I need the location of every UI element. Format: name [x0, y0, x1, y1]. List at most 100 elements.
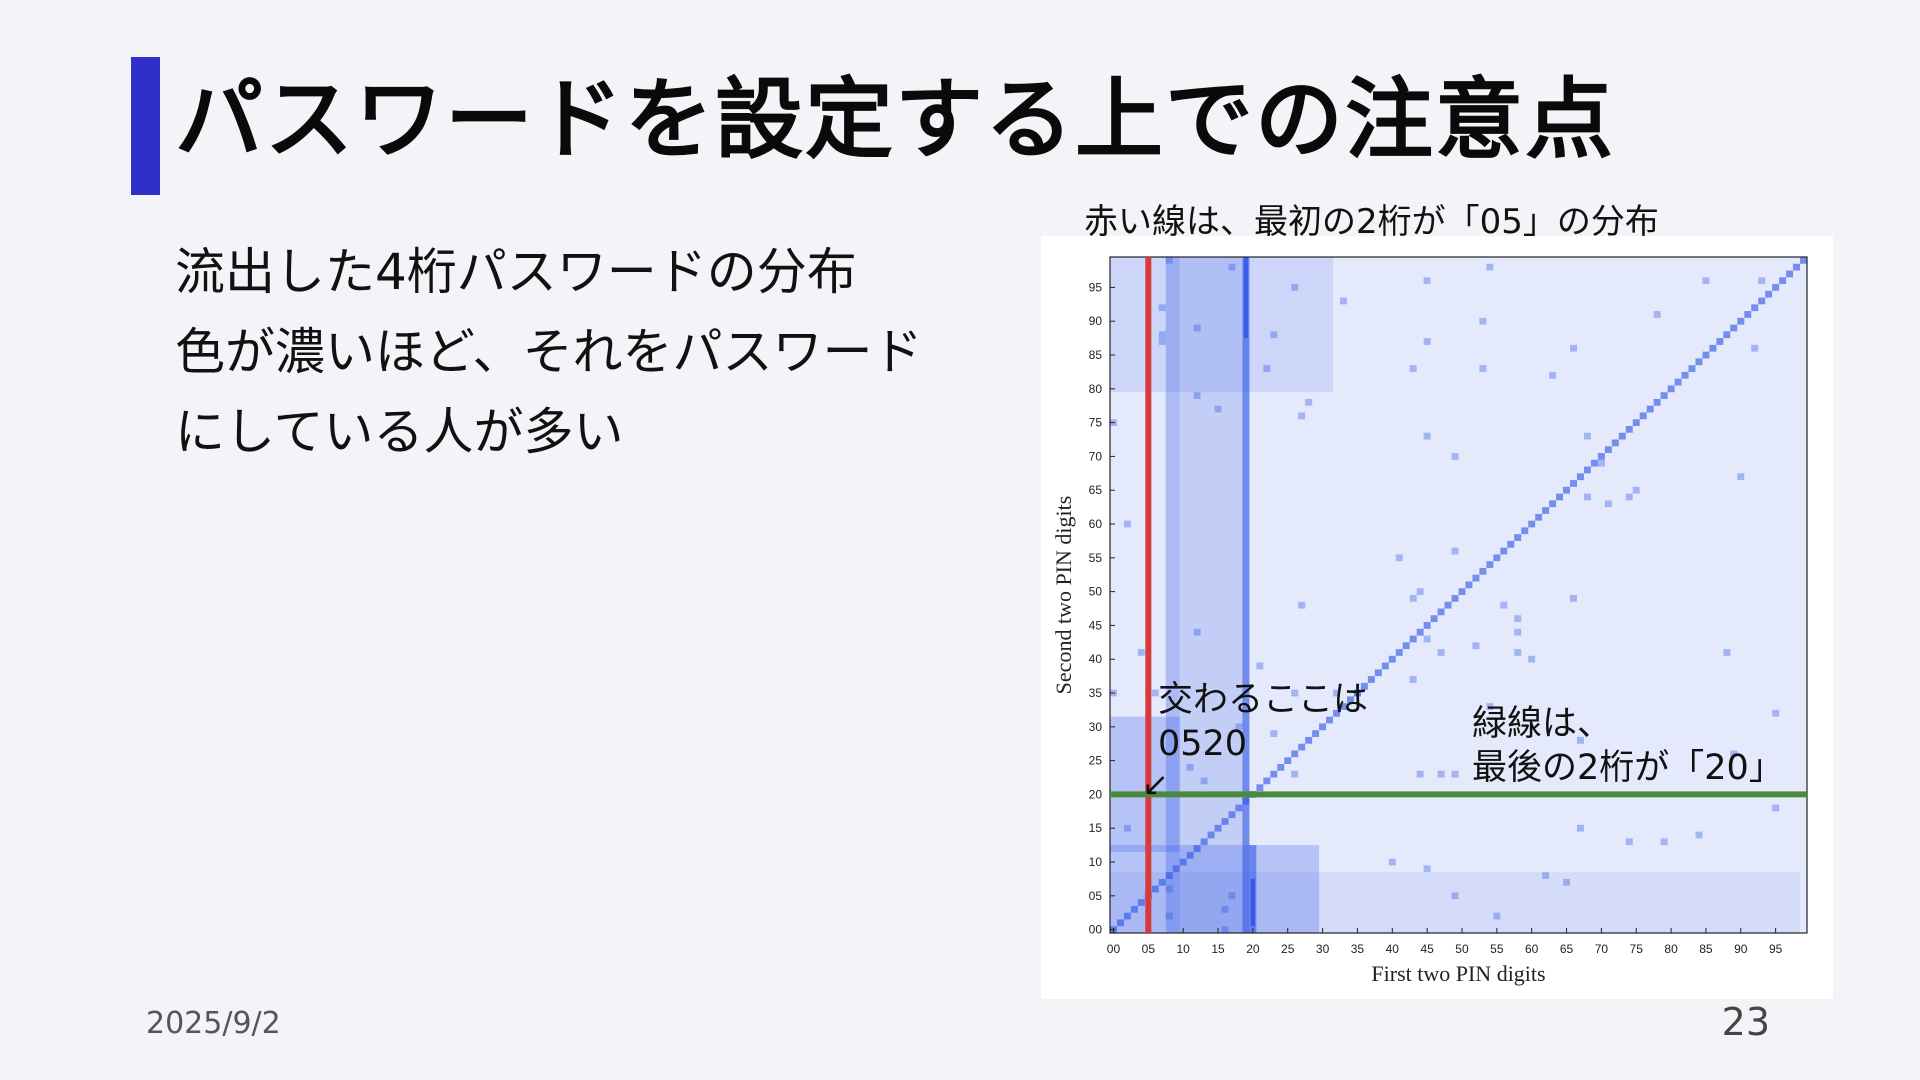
page-number: 23	[1721, 1000, 1770, 1044]
y-tick-label: 60	[1089, 517, 1103, 531]
y-tick-label: 90	[1089, 314, 1103, 328]
heatmap-cell	[1395, 554, 1403, 562]
heatmap-cell-diagonal	[1625, 426, 1633, 433]
heatmap-cell	[1570, 344, 1577, 352]
body-text: 流出した4桁パスワードの分布 色が濃いほど、それをパスワード にしている人が多い	[175, 232, 923, 472]
heatmap-cell	[1660, 838, 1668, 846]
x-tick-label: 50	[1455, 942, 1469, 956]
heatmap-cell	[1423, 432, 1431, 440]
x-tick-label: 45	[1420, 942, 1434, 956]
heatmap-cell-diagonal	[1660, 392, 1668, 399]
heatmap-cell	[1340, 297, 1347, 305]
heatmap-cell-band	[1242, 257, 1250, 933]
heatmap-cell	[1298, 412, 1306, 420]
heatmap-cell	[1409, 676, 1417, 683]
x-tick-label: 55	[1490, 942, 1504, 956]
heatmap-cell	[1193, 392, 1201, 399]
heatmap-cell	[1388, 858, 1396, 866]
y-tick-label: 95	[1089, 280, 1103, 294]
heatmap-cell-diagonal	[1507, 540, 1515, 548]
heatmap-cell-diagonal	[1632, 419, 1640, 426]
heatmap-cell-diagonal	[1793, 263, 1801, 271]
x-tick-label: 10	[1177, 942, 1191, 956]
heatmap-cell-diagonal	[1402, 642, 1410, 650]
heatmap-cell-diagonal	[1563, 486, 1571, 494]
heatmap-figure: 00 05 10 15 20 25 30 35 40 45 50 55 60 65 70 75 80 85 90 95…	[1041, 236, 1833, 999]
heatmap-cell	[1486, 263, 1494, 271]
heatmap-cell	[1263, 365, 1271, 372]
heatmap-cell	[1653, 311, 1661, 318]
x-tick-label: 00	[1107, 942, 1121, 956]
heatmap-cell-diagonal	[1653, 398, 1661, 406]
green-line-annotation-line1: 緑線は、	[1472, 704, 1613, 744]
heatmap-cell	[1570, 595, 1577, 602]
heatmap-cell-diagonal	[1486, 561, 1494, 568]
heatmap-cell-diagonal	[1200, 838, 1208, 846]
heatmap-cell	[1165, 885, 1173, 893]
heatmap-cell-diagonal	[1730, 324, 1738, 332]
x-tick-label: 30	[1316, 942, 1330, 956]
intersection-annotation-line1: 交わるここは	[1158, 680, 1369, 720]
body-line-3: にしている人が多い	[175, 403, 624, 461]
heatmap-cell	[1437, 770, 1445, 778]
x-tick-label: 35	[1351, 942, 1365, 956]
heatmap-cell-diagonal	[1535, 513, 1543, 521]
x-tick-label: 25	[1281, 942, 1295, 956]
heatmap-cell	[1291, 284, 1299, 291]
heatmap-cell	[1214, 405, 1222, 413]
heatmap-cell	[1423, 338, 1431, 345]
heatmap-cell	[1751, 344, 1759, 352]
heatmap-cell	[1193, 324, 1201, 332]
heatmap-cell-diagonal	[1228, 811, 1236, 819]
heatmap-cell	[1423, 865, 1431, 873]
heatmap-cell	[1451, 547, 1459, 555]
heatmap-cell-diagonal	[1716, 338, 1724, 345]
heatmap-cell-diagonal	[1444, 601, 1452, 609]
heatmap-cell-diagonal	[1744, 311, 1752, 318]
heatmap-cell-diagonal	[1549, 500, 1557, 508]
heatmap-cell	[1542, 872, 1550, 879]
y-tick-label: 85	[1089, 348, 1103, 362]
heatmap-cell	[1228, 263, 1236, 271]
green-line-annotation-line2: 最後の2桁が「20」	[1472, 748, 1784, 788]
heatmap-cell	[1158, 331, 1166, 339]
intersection-annotation-line2: 0520	[1158, 724, 1248, 764]
heatmap-cell-diagonal	[1542, 507, 1550, 514]
heatmap-cell-diagonal	[1514, 534, 1522, 541]
heatmap-cell	[1451, 892, 1459, 900]
heatmap-cell-diagonal	[1681, 371, 1689, 379]
title-accent-bar	[131, 57, 160, 195]
heatmap-cell-diagonal	[1800, 257, 1807, 264]
y-tick-label: 15	[1089, 821, 1103, 835]
heatmap-cell-diagonal	[1388, 655, 1396, 663]
heatmap-cell	[1416, 588, 1424, 595]
heatmap-cell-diagonal	[1172, 865, 1180, 873]
heatmap-cell-diagonal	[1242, 797, 1250, 805]
x-tick-label: 60	[1525, 942, 1539, 956]
heatmap-cell-diagonal	[1611, 439, 1619, 447]
heatmap-cell-diagonal	[1451, 595, 1459, 602]
heatmap-cell-diagonal	[1758, 297, 1766, 305]
heatmap-cell-diagonal	[1116, 919, 1124, 927]
heatmap-cell-diagonal	[1570, 480, 1577, 487]
heatmap-cell	[1409, 365, 1417, 372]
heatmap-cell	[1583, 493, 1591, 501]
heatmap-cell	[1256, 662, 1264, 670]
heatmap-cell-diagonal	[1556, 493, 1564, 501]
heatmap-cell	[1423, 635, 1431, 643]
y-tick-label: 65	[1089, 483, 1103, 497]
x-axis-label: First two PIN digits	[1371, 961, 1545, 986]
intersection-annotation: 交わるここは 0520	[1158, 678, 1368, 766]
heatmap-cell-diagonal	[1207, 831, 1215, 839]
heatmap-cell	[1625, 493, 1633, 501]
y-tick-label: 45	[1089, 618, 1103, 632]
arrow-icon: ↙	[1142, 765, 1169, 803]
heatmap-cell-diagonal	[1667, 385, 1675, 393]
body-line-1: 流出した4桁パスワードの分布	[175, 243, 857, 301]
heatmap-cell-diagonal	[1765, 290, 1773, 298]
heatmap-cell	[1549, 371, 1557, 379]
heatmap-cell-diagonal	[1479, 567, 1487, 575]
heatmap-cell	[1137, 649, 1145, 656]
heatmap-cell	[1514, 628, 1522, 636]
heatmap-cell-diagonal	[1374, 669, 1382, 677]
